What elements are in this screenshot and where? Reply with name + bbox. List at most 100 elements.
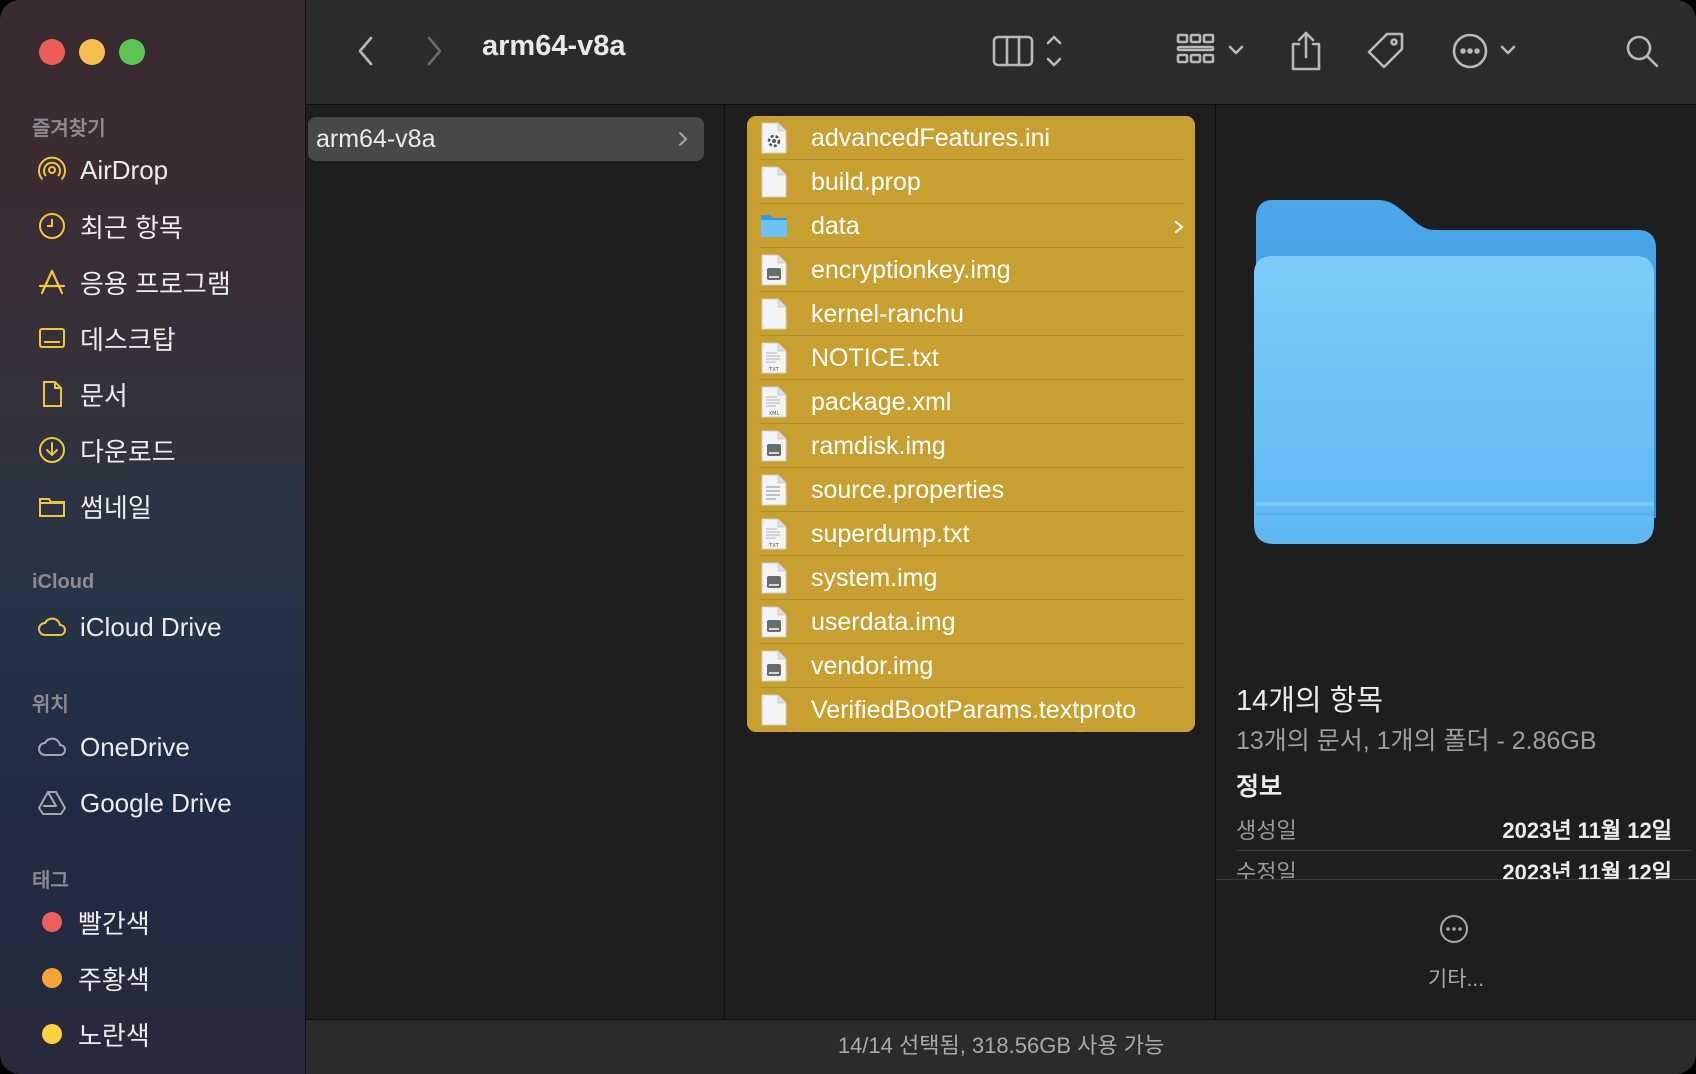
sidebar-item-label: iCloud Drive — [80, 611, 222, 642]
disk-image-icon — [761, 430, 787, 462]
preview-subtitle: 13개의 문서, 1개의 폴더 - 2.86GB — [1236, 727, 1597, 755]
file-name: userdata.img — [811, 607, 956, 636]
locations-section-label: 위치 — [32, 694, 69, 716]
back-button[interactable] — [348, 28, 384, 74]
sidebar-item-applications[interactable]: 응용 프로그램 — [36, 262, 231, 302]
cloud-icon — [36, 731, 68, 763]
zoom-window-button[interactable] — [119, 39, 145, 65]
file-name: superdump.txt — [811, 519, 970, 548]
ellipsis-circle-icon — [1452, 33, 1516, 69]
toolbar: arm64-v8a — [306, 0, 1696, 105]
ellipsis-circle-icon[interactable] — [1438, 913, 1470, 945]
txt-file-icon: TXT — [761, 342, 787, 374]
close-window-button[interactable] — [39, 39, 65, 65]
sidebar-item-onedrive[interactable]: OneDrive — [36, 727, 190, 767]
info-row-clip: 수정일 2023년 11월 12일 — [1216, 851, 1696, 879]
blank-file-icon — [761, 298, 787, 330]
more-button[interactable]: 기타... — [1216, 963, 1696, 993]
info-value: 2023년 11월 12일 — [1502, 818, 1672, 843]
file-row[interactable]: vendor.img — [747, 644, 1195, 688]
icloud-section-label: iCloud — [32, 571, 95, 593]
sidebar-item-thumbnails[interactable]: 썸네일 — [36, 486, 152, 526]
sidebar-item-label: AirDrop — [80, 154, 169, 185]
sidebar-item-recents[interactable]: 최근 항목 — [36, 206, 183, 246]
sidebar-item-airdrop[interactable]: AirDrop — [36, 150, 168, 190]
disk-image-icon — [761, 650, 787, 682]
file-name: VerifiedBootParams.textproto — [811, 695, 1137, 724]
sidebar-item-desktop[interactable]: 데스크탑 — [36, 318, 176, 358]
settings-file-icon — [761, 122, 787, 154]
file-row[interactable]: XML package.xml — [747, 380, 1195, 424]
sidebar-item-google-drive[interactable]: Google Drive — [36, 783, 232, 823]
file-name: kernel-ranchu — [811, 299, 964, 328]
sidebar: 즐겨찾기 AirDrop 최근 항목 응용 프로그램 데스크탑 문서 다운로드 … — [0, 0, 306, 1074]
share-button[interactable] — [1286, 28, 1326, 74]
forward-button[interactable] — [416, 28, 452, 74]
info-key: 수정일 — [1236, 860, 1297, 879]
file-row[interactable]: userdata.img — [747, 600, 1195, 644]
info-row-created: 생성일 2023년 11월 12일 — [1236, 805, 1672, 845]
blank-file-icon — [761, 694, 787, 726]
file-list-column: advancedFeatures.ini build.prop data encryp… — [725, 105, 1216, 1019]
disk-image-icon — [761, 562, 787, 594]
svg-text:XML: XML — [769, 411, 780, 417]
more-actions-button[interactable] — [1450, 28, 1526, 74]
sidebar-item-label: 빨간색 — [78, 908, 150, 939]
chevron-left-icon — [358, 36, 373, 66]
sidebar-item-documents[interactable]: 문서 — [36, 374, 128, 414]
disk-image-icon — [761, 254, 787, 286]
yellow-tag-dot-icon — [42, 1024, 62, 1044]
sidebar-item-downloads[interactable]: 다운로드 — [36, 430, 176, 470]
sidebar-item-tag-red[interactable]: 빨간색 — [36, 902, 150, 942]
orange-tag-dot-icon — [42, 968, 62, 988]
clock-icon — [36, 210, 68, 242]
group-button[interactable] — [1176, 28, 1256, 74]
file-row[interactable]: ramdisk.img — [747, 424, 1195, 468]
file-name: encryptionkey.img — [811, 255, 1011, 284]
folder-preview-icon — [1254, 200, 1656, 544]
minimize-window-button[interactable] — [79, 39, 105, 65]
sidebar-item-label: 응용 프로그램 — [80, 268, 231, 299]
status-bar: 14/14 선택됨, 318.56GB 사용 가능 — [306, 1019, 1696, 1074]
file-name: advancedFeatures.ini — [811, 123, 1051, 152]
file-row[interactable]: kernel-ranchu — [747, 292, 1195, 336]
download-icon — [36, 434, 68, 466]
file-row[interactable]: VerifiedBootParams.textproto — [747, 688, 1195, 732]
sidebar-item-label: OneDrive — [80, 731, 190, 762]
file-row[interactable]: TXT NOTICE.txt — [747, 336, 1195, 380]
file-row[interactable]: TXT superdump.txt — [747, 512, 1195, 556]
file-row[interactable]: encryptionkey.img — [747, 248, 1195, 292]
chevron-right-icon — [679, 132, 688, 146]
file-row[interactable]: advancedFeatures.ini — [747, 116, 1195, 160]
chevron-right-icon — [1173, 217, 1185, 242]
file-row[interactable]: data — [747, 204, 1195, 248]
file-row[interactable]: source.properties — [747, 468, 1195, 512]
file-name: ramdisk.img — [811, 431, 946, 460]
sidebar-item-tag-yellow[interactable]: 노란색 — [36, 1014, 150, 1054]
tag-button[interactable] — [1364, 28, 1408, 74]
preview-title: 14개의 항목 — [1236, 685, 1384, 717]
google-drive-icon — [36, 787, 68, 819]
view-mode-button[interactable] — [992, 28, 1072, 74]
file-row[interactable]: build.prop — [747, 160, 1195, 204]
sidebar-item-label: 문서 — [80, 380, 128, 411]
parent-column: arm64-v8a — [306, 105, 725, 1019]
text-file-icon — [761, 474, 787, 506]
cloud-icon — [36, 611, 68, 643]
search-button[interactable] — [1622, 28, 1662, 74]
document-icon — [36, 378, 68, 410]
red-tag-dot-icon — [42, 912, 62, 932]
sidebar-item-tag-orange[interactable]: 주황색 — [36, 958, 150, 998]
file-name: NOTICE.txt — [811, 343, 939, 372]
favorites-section-label: 즐겨찾기 — [32, 118, 106, 140]
sidebar-item-label: Google Drive — [80, 787, 232, 818]
info-value: 2023년 11월 12일 — [1502, 860, 1672, 879]
column-item-arm64-v8a[interactable]: arm64-v8a — [308, 117, 704, 161]
sidebar-item-icloud-drive[interactable]: iCloud Drive — [36, 607, 222, 647]
folder-icon — [761, 210, 787, 242]
sidebar-item-label: 데스크탑 — [80, 324, 176, 355]
tags-section-label: 태그 — [32, 870, 69, 892]
file-row[interactable]: system.img — [747, 556, 1195, 600]
share-icon — [1291, 31, 1321, 71]
desktop-icon — [36, 322, 68, 354]
